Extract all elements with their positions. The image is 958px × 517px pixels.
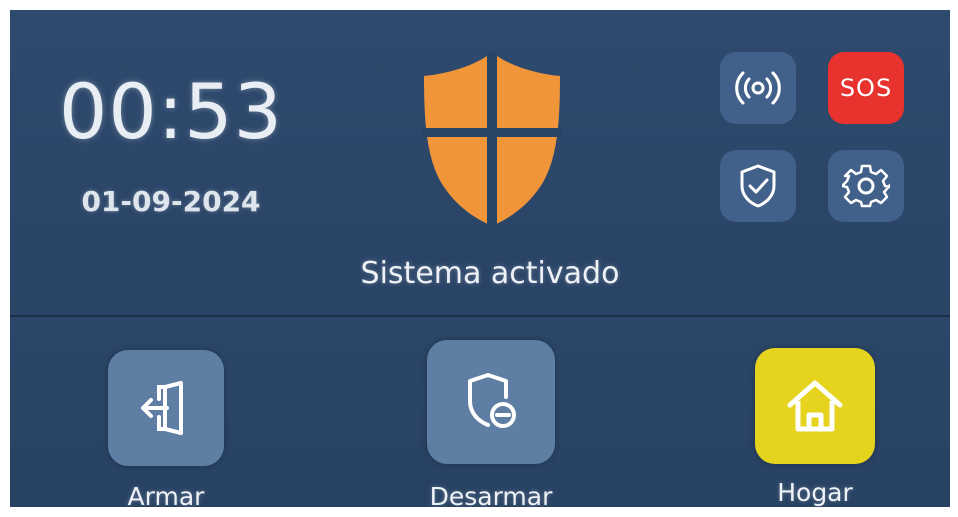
shield-minus-icon [468, 373, 516, 428]
system-status-text: Sistema activado [360, 256, 620, 291]
disarm-button[interactable] [427, 340, 555, 464]
home-mode-button[interactable] [755, 348, 875, 464]
clock-date: 01-09-2024 [81, 185, 261, 218]
house-icon [787, 380, 843, 432]
home-mode-label: Hogar [777, 478, 853, 507]
arm-label: Armar [127, 482, 205, 507]
door-enter-icon [141, 381, 183, 435]
broadcast-icon [735, 71, 781, 105]
settings-button[interactable] [828, 150, 904, 222]
sos-label: SOS [839, 74, 893, 102]
protection-status-button[interactable] [720, 150, 796, 222]
shield-check-icon [740, 164, 776, 208]
gear-icon [842, 164, 890, 208]
disarm-label: Desarmar [429, 482, 553, 507]
sos-button[interactable]: SOS [828, 52, 904, 124]
arm-button[interactable] [108, 350, 224, 466]
clock-time: 00:53 [58, 67, 284, 156]
shield-status-icon [422, 52, 562, 226]
alarm-panel-screen: 00:53 01-09-2024 Sistema activado SOS Ar… [10, 10, 950, 507]
alarm-broadcast-button[interactable] [720, 52, 796, 124]
